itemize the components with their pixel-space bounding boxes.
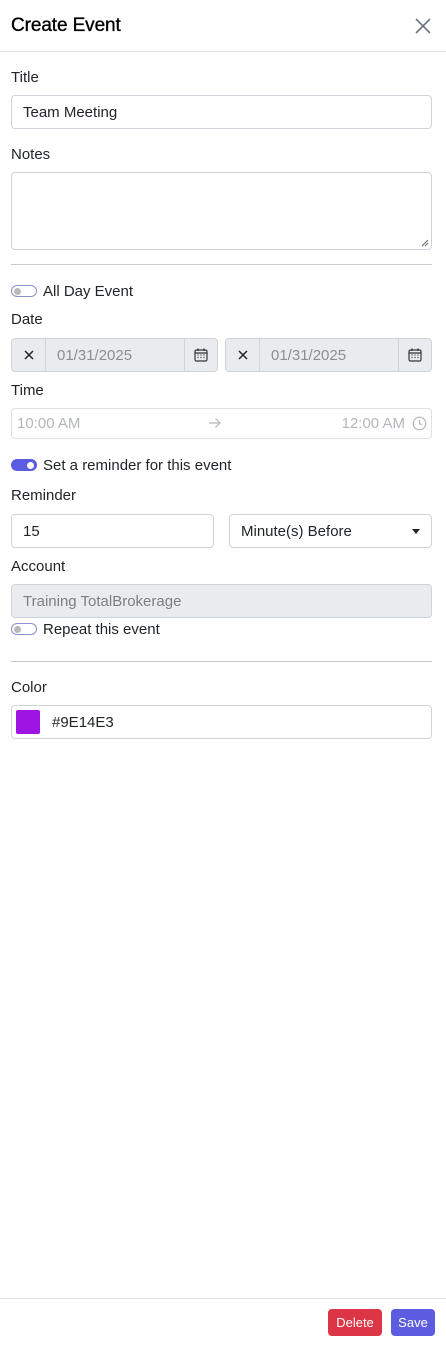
end-time-input[interactable]: 12:00 AM — [342, 415, 405, 432]
title-label: Title — [11, 69, 39, 86]
color-picker[interactable]: #9E14E3 — [11, 705, 432, 739]
end-date-clear-button[interactable] — [226, 339, 260, 371]
all-day-switch[interactable] — [11, 285, 37, 297]
reminder-unit-value: Minute(s) Before — [241, 522, 352, 540]
arrow-right-icon — [209, 418, 221, 428]
color-label: Color — [11, 679, 47, 696]
color-swatch[interactable] — [16, 710, 40, 734]
reminder-unit-select[interactable]: Minute(s) Before — [229, 514, 432, 548]
reminder-switch[interactable] — [11, 459, 37, 471]
delete-button[interactable]: Delete — [328, 1309, 382, 1336]
end-date-picker: 01/31/2025 — [225, 338, 432, 372]
close-button[interactable] — [412, 15, 434, 37]
account-label: Account — [11, 558, 66, 575]
clock-icon — [412, 416, 427, 431]
date-label: Date — [11, 311, 43, 328]
dropdown-caret-icon — [412, 528, 420, 534]
color-value: #9E14E3 — [52, 713, 114, 731]
reminder-toggle-row: Set a reminder for this event — [11, 455, 432, 475]
time-label: Time — [11, 382, 44, 399]
start-date-calendar-button[interactable] — [184, 339, 217, 371]
repeat-switch[interactable] — [11, 623, 37, 635]
save-button[interactable]: Save — [391, 1309, 435, 1336]
repeat-label: Repeat this event — [43, 620, 160, 638]
repeat-row: Repeat this event — [11, 619, 432, 639]
modal-title: Create Event — [11, 14, 121, 36]
reminder-amount-input[interactable]: 15 — [11, 514, 214, 548]
event-form: Title Team Meeting Notes All Day Event D… — [0, 52, 446, 739]
clear-icon — [237, 350, 248, 360]
reminder-fields: 15 Minute(s) Before — [11, 514, 432, 548]
all-day-label: All Day Event — [43, 282, 134, 300]
calendar-icon — [194, 348, 208, 362]
start-date-input[interactable]: 01/31/2025 — [46, 339, 184, 371]
account-input: Training TotalBrokerage — [11, 584, 432, 618]
end-date-input[interactable]: 01/31/2025 — [260, 339, 398, 371]
time-range-picker[interactable]: 10:00 AM 12:00 AM — [11, 408, 432, 439]
calendar-icon — [408, 348, 422, 362]
modal-header: Create Event — [0, 0, 446, 52]
resize-grip-icon[interactable] — [421, 239, 429, 247]
close-icon — [415, 18, 431, 33]
start-date-clear-button[interactable] — [12, 339, 46, 371]
start-date-picker: 01/31/2025 — [11, 338, 218, 372]
reminder-toggle-label: Set a reminder for this event — [43, 456, 232, 474]
clear-icon — [23, 350, 34, 360]
all-day-row: All Day Event — [11, 281, 432, 301]
notes-label: Notes — [11, 146, 51, 163]
start-time-input[interactable]: 10:00 AM — [17, 415, 80, 432]
date-range: 01/31/2025 01/31/2025 — [11, 338, 432, 372]
modal-footer: Delete Save — [0, 1298, 446, 1346]
end-date-calendar-button[interactable] — [398, 339, 431, 371]
title-input[interactable]: Team Meeting — [11, 95, 432, 129]
notes-textarea[interactable] — [11, 172, 432, 250]
reminder-label: Reminder — [11, 487, 77, 504]
